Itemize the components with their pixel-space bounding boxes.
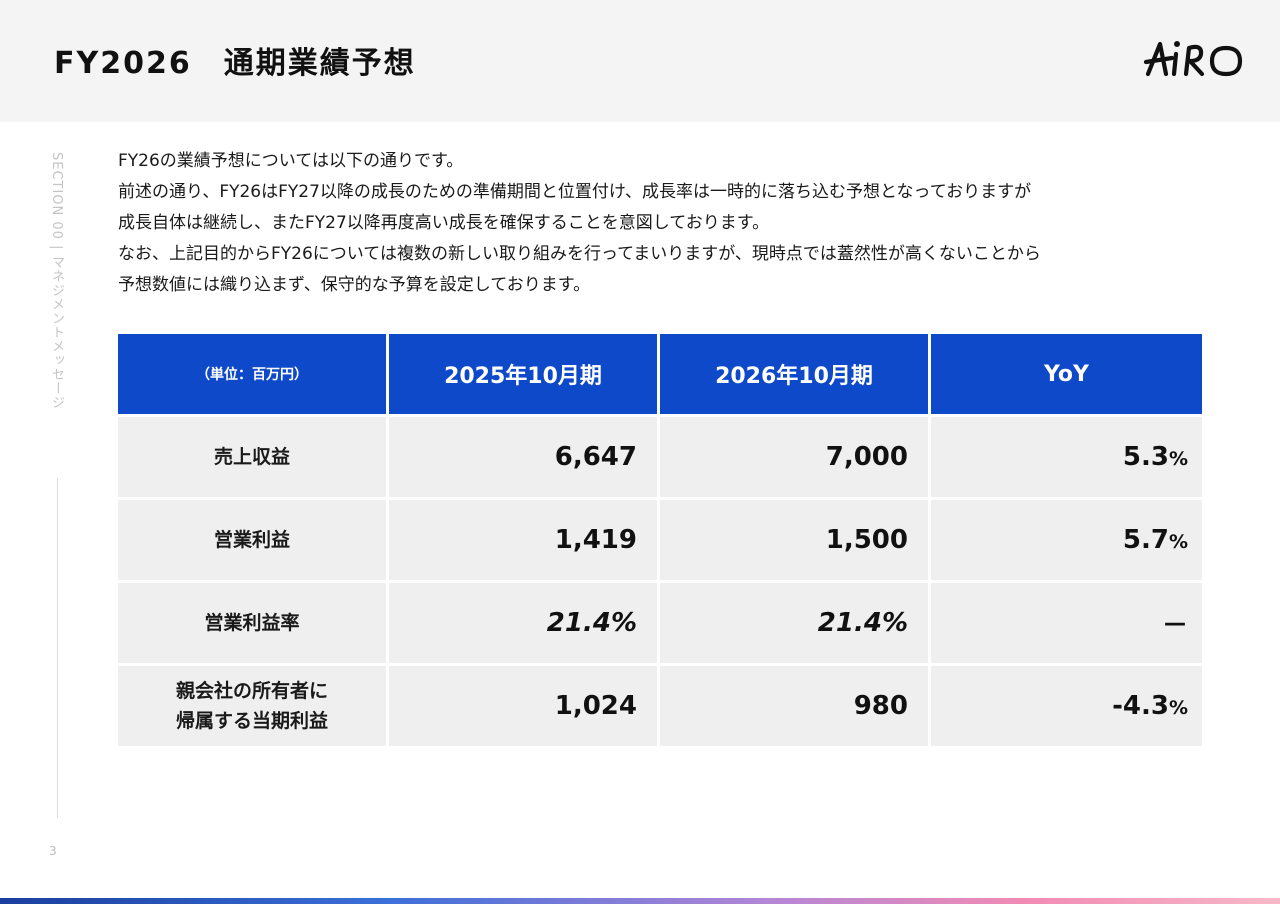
- row-label-line: 営業利益: [213, 529, 290, 551]
- yoy-value: －: [931, 583, 1202, 666]
- fy2026-value: 7,000: [660, 417, 931, 500]
- yoy-number: 5.7: [1122, 525, 1169, 555]
- yoy-unit: %: [1168, 697, 1188, 719]
- fy2025-value: 1,419: [389, 500, 660, 583]
- row-label: 営業利益率: [118, 583, 389, 666]
- intro-line: FY26の業績予想については以下の通りです。: [118, 151, 464, 171]
- column-header-fy2025: 2025年10月期: [389, 334, 660, 417]
- fy2025-value: 21.4%: [389, 583, 660, 666]
- unit-header: （単位：百万円）: [118, 334, 389, 417]
- row-label: 営業利益: [118, 500, 389, 583]
- fy2026-value: 21.4%: [660, 583, 931, 666]
- yoy-value: -4.3%: [931, 666, 1202, 749]
- yoy-number: -4.3: [1112, 691, 1169, 721]
- row-label-line: 売上収益: [213, 446, 290, 468]
- fy2026-value: 980: [660, 666, 931, 749]
- page-title: FY2026 通期業績予想: [54, 46, 416, 81]
- intro-line: 予想数値には織り込まず、保守的な予算を設定しております。: [118, 275, 591, 295]
- yoy-unit: %: [1168, 531, 1188, 553]
- fy2025-value: 6,647: [389, 417, 660, 500]
- fy2025-value: 1,024: [389, 666, 660, 749]
- yoy-number: －: [1161, 610, 1188, 641]
- row-label-line: 帰属する当期利益: [175, 710, 328, 732]
- column-header-fy2026: 2026年10月期: [660, 334, 931, 417]
- table-row-net-income: 親会社の所有者に 帰属する当期利益 1,024 980 -4.3%: [118, 666, 1202, 749]
- sidebar-divider: [57, 478, 58, 818]
- row-label: 親会社の所有者に 帰属する当期利益: [118, 666, 389, 749]
- row-label-line: 営業利益率: [204, 612, 300, 634]
- yoy-value: 5.3%: [931, 417, 1202, 500]
- table-header-row: （単位：百万円） 2025年10月期 2026年10月期 YoY: [118, 334, 1202, 417]
- bottom-gradient-bar: [0, 898, 1280, 904]
- table-row-revenue: 売上収益 6,647 7,000 5.3%: [118, 417, 1202, 500]
- page-number: 3: [49, 844, 57, 858]
- yoy-value: 5.7%: [931, 500, 1202, 583]
- yoy-unit: %: [1168, 448, 1188, 470]
- table-row-operating-margin: 営業利益率 21.4% 21.4% －: [118, 583, 1202, 666]
- intro-line: 前述の通り、FY26はFY27以降の成長のための準備期間と位置付け、成長率は一時…: [118, 182, 1032, 202]
- section-label: SECTION 00 | マネジメントメッセージ: [49, 152, 64, 410]
- column-header-yoy: YoY: [931, 334, 1202, 417]
- row-label-line: 親会社の所有者に: [175, 680, 328, 702]
- fy2026-value: 1,500: [660, 500, 931, 583]
- intro-line: 成長自体は継続し、またFY27以降再度高い成長を確保することを意図しております。: [118, 213, 770, 233]
- forecast-table: （単位：百万円） 2025年10月期 2026年10月期 YoY 売上収益 6,…: [118, 334, 1202, 749]
- table-row-operating-profit: 営業利益 1,419 1,500 5.7%: [118, 500, 1202, 583]
- company-logo: [1143, 41, 1243, 77]
- intro-line: なお、上記目的からFY26については複数の新しい取り組みを行ってまいりますが、現…: [118, 244, 1041, 264]
- intro-paragraph: FY26の業績予想については以下の通りです。 前述の通り、FY26はFY27以降…: [118, 146, 1218, 301]
- yoy-number: 5.3: [1122, 442, 1169, 472]
- row-label: 売上収益: [118, 417, 389, 500]
